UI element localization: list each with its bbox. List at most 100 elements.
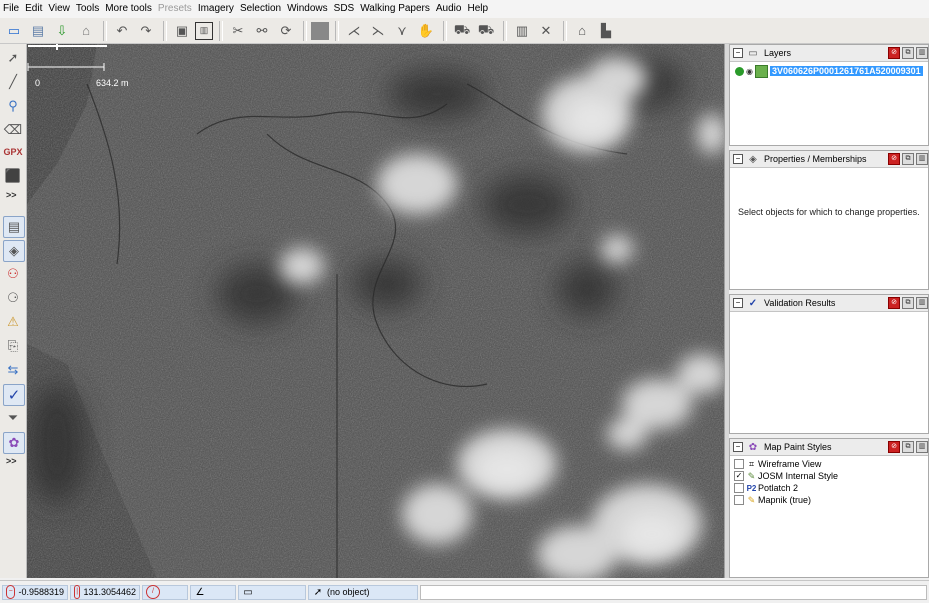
copy-icon[interactable]: ▣ xyxy=(171,20,193,42)
panel-title: Layers xyxy=(764,48,792,58)
detach-panel-icon[interactable]: ⧉ xyxy=(902,297,914,309)
imagery-layer-icon xyxy=(754,64,768,78)
split-way-icon[interactable]: ✂ xyxy=(227,20,249,42)
active-layer-icon[interactable] xyxy=(735,66,744,76)
tags-icon[interactable]: ◈ xyxy=(3,240,25,262)
delete-icon[interactable]: ⌫ xyxy=(3,120,23,140)
detach-panel-icon[interactable]: ⧉ xyxy=(902,47,914,59)
settings-panel-icon[interactable]: ▥ xyxy=(916,47,928,59)
panel-title: Map Paint Styles xyxy=(764,442,832,452)
more-dialogs-toggle[interactable]: >> xyxy=(6,456,17,466)
menu-windows[interactable]: Windows xyxy=(284,0,331,18)
visibility-eye-icon[interactable]: ◉ xyxy=(746,67,753,76)
factory-icon[interactable]: ⌂ xyxy=(571,20,593,42)
menu-tools[interactable]: Tools xyxy=(73,0,102,18)
style-checkbox[interactable] xyxy=(734,459,744,469)
layer-row[interactable]: ◉ 3V060626P0001261761A520009301 xyxy=(730,64,928,78)
menu-walking-papers[interactable]: Walking Papers xyxy=(357,0,433,18)
map-paint-panel: − ✿ Map Paint Styles ⊘ ⧉ ▥ ⌗ Wireframe V… xyxy=(729,438,929,578)
settings-panel-icon[interactable]: ▥ xyxy=(916,441,928,453)
style-checkbox[interactable] xyxy=(734,483,744,493)
palette-icon: ✿ xyxy=(748,441,758,453)
style-item[interactable]: ✓ ✎ JOSM Internal Style xyxy=(730,470,928,482)
angle-field: ∠ xyxy=(190,584,236,600)
menu-selection[interactable]: Selection xyxy=(237,0,284,18)
map-paint-icon[interactable]: ✿ xyxy=(3,432,25,454)
paste-tags-icon[interactable]: ▥ xyxy=(195,21,213,40)
validation-panel: − ✓ Validation Results ⊘ ⧉ ▥ xyxy=(729,294,929,434)
collapse-toggle[interactable]: − xyxy=(733,442,743,452)
menu-presets[interactable]: Presets xyxy=(155,0,195,18)
zoom-icon[interactable]: ⚲ xyxy=(3,96,23,116)
menu-bar: File Edit View Tools More tools Presets … xyxy=(0,0,929,18)
settings-panel-icon[interactable]: ▥ xyxy=(916,297,928,309)
align-icon[interactable]: ⋌ xyxy=(343,20,365,42)
history-icon[interactable]: ⎘ xyxy=(3,336,23,356)
style-checkbox[interactable]: ✓ xyxy=(734,471,744,481)
wireframe-icon: ⌗ xyxy=(748,458,755,469)
combine-way-icon[interactable]: ⚯ xyxy=(251,20,273,42)
undo-icon[interactable]: ↶ xyxy=(111,20,133,42)
close-panel-icon[interactable]: ⊘ xyxy=(888,153,900,165)
conflict-icon[interactable]: ⚠ xyxy=(3,312,23,332)
menu-view[interactable]: View xyxy=(45,0,73,18)
extrude-icon[interactable]: ⬛ xyxy=(3,166,23,186)
menu-audio[interactable]: Audio xyxy=(433,0,465,18)
style-item[interactable]: ✎ Mapnik (true) xyxy=(730,494,928,506)
building-icon[interactable]: ▙ xyxy=(595,20,617,42)
relation-icon[interactable]: ⚇ xyxy=(3,264,23,284)
selection-list-icon[interactable]: ⇆ xyxy=(3,360,23,380)
gpx-icon[interactable]: GPX xyxy=(3,142,23,162)
menu-help[interactable]: Help xyxy=(464,0,491,18)
help-text-field xyxy=(420,584,927,600)
refresh-icon[interactable]: ⟳ xyxy=(275,20,297,42)
redo-icon[interactable]: ↷ xyxy=(135,20,157,42)
detach-panel-icon[interactable]: ⧉ xyxy=(902,441,914,453)
detach-panel-icon[interactable]: ⧉ xyxy=(902,153,914,165)
more-tools-toggle[interactable]: >> xyxy=(6,190,17,200)
layers-panel: − ▭ Layers ⊘ ⧉ ▥ ◉ 3V060626P0001261761A5… xyxy=(729,44,929,146)
car2-icon[interactable]: ⛟ xyxy=(475,20,497,42)
map-view[interactable]: 0 634.2 m xyxy=(27,44,724,578)
orthogonalize-icon[interactable] xyxy=(311,21,329,40)
latitude-field: − -0.9588319 xyxy=(2,584,68,600)
settings-panel-icon[interactable]: ▥ xyxy=(916,153,928,165)
open-file-icon[interactable]: ▭ xyxy=(3,20,25,42)
collapse-toggle[interactable]: − xyxy=(733,298,743,308)
merge-nodes-icon[interactable]: ⋋ xyxy=(367,20,389,42)
validator-icon[interactable]: ✓ xyxy=(3,384,25,406)
style-checkbox[interactable] xyxy=(734,495,744,505)
close-panel-icon[interactable]: ⊘ xyxy=(888,47,900,59)
upload-icon[interactable]: ⌂ xyxy=(75,20,97,42)
style-item[interactable]: ⌗ Wireframe View xyxy=(730,458,928,470)
table-icon[interactable]: ▥ xyxy=(511,20,533,42)
hand-icon[interactable]: ✋ xyxy=(415,20,437,42)
collapse-toggle[interactable]: − xyxy=(733,154,743,164)
menu-sds[interactable]: SDS xyxy=(331,0,358,18)
close-panel-icon[interactable]: ⊘ xyxy=(888,297,900,309)
toggle-dialogs-icon[interactable]: ▤ xyxy=(3,216,25,238)
close-panel-icon[interactable]: ⊘ xyxy=(888,441,900,453)
menu-imagery[interactable]: Imagery xyxy=(195,0,237,18)
potlatch-icon: P2 xyxy=(746,483,757,493)
latitude-icon: − xyxy=(6,585,16,599)
collapse-toggle[interactable]: − xyxy=(733,48,743,58)
filter-icon[interactable]: ⚆ xyxy=(3,288,23,308)
save-icon[interactable]: ▤ xyxy=(27,20,49,42)
close-x-icon[interactable]: ✕ xyxy=(535,20,557,42)
car-icon[interactable]: ⛟ xyxy=(451,20,473,42)
select-icon[interactable]: ➚ xyxy=(3,48,23,68)
wireframe-icon[interactable]: ⋎ xyxy=(391,20,413,42)
filter-funnel-icon[interactable]: ⏷ xyxy=(3,408,23,428)
heading-icon: / xyxy=(146,585,160,599)
layer-name[interactable]: 3V060626P0001261761A520009301 xyxy=(769,66,923,76)
menu-edit[interactable]: Edit xyxy=(22,0,45,18)
download-icon[interactable]: ⇩ xyxy=(51,20,73,42)
draw-icon[interactable]: ╱ xyxy=(3,72,23,92)
style-label: Potlatch 2 xyxy=(758,483,799,493)
menu-more-tools[interactable]: More tools xyxy=(102,0,155,18)
menu-file[interactable]: File xyxy=(0,0,22,18)
style-item[interactable]: P2 Potlatch 2 xyxy=(730,482,928,494)
longitude-icon: | xyxy=(74,585,81,599)
toolbar-separator xyxy=(163,20,167,41)
